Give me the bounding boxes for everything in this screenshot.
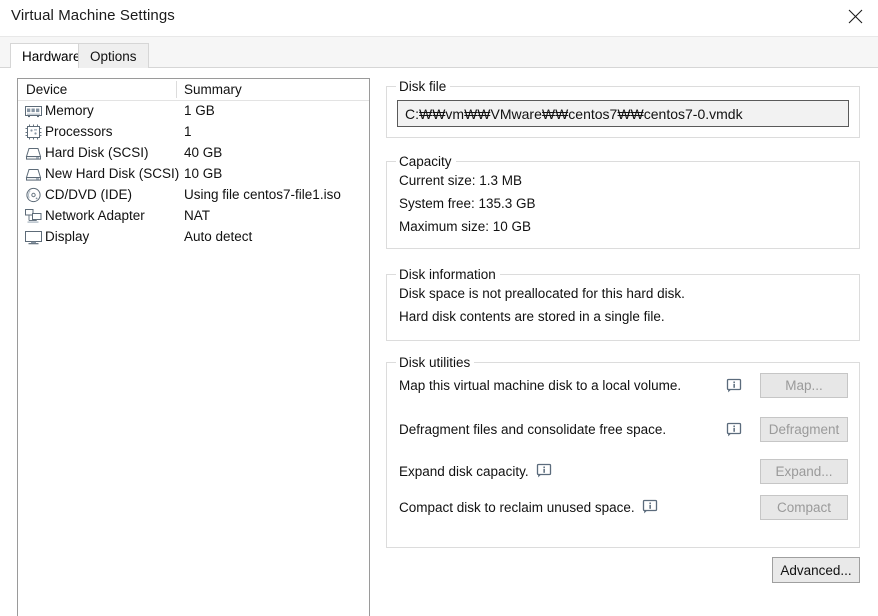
map-description: Map this virtual machine disk to a local… (399, 378, 682, 393)
expand-description: Expand disk capacity. (399, 463, 529, 479)
cd-dvd-icon (25, 187, 42, 203)
capacity-group: Capacity Current size: 1.3 MB System fre… (386, 154, 860, 249)
device-name: Processors (45, 124, 113, 139)
display-icon (25, 229, 42, 245)
disk-utilities-legend: Disk utilities (396, 355, 475, 370)
disk-utilities-group: Disk utilities Map this virtual machine … (386, 355, 860, 548)
hard-disk-icon (25, 166, 42, 182)
device-summary: Using file centos7-file1.iso (184, 187, 341, 202)
disk-file-group: Disk file C:₩₩vm₩₩VMware₩₩centos7₩₩cento… (386, 79, 860, 138)
device-name: Display (45, 229, 90, 244)
disk-info-line-2: Hard disk contents are stored in a singl… (399, 309, 665, 324)
device-summary: Auto detect (184, 229, 253, 244)
network-adapter-icon (25, 208, 42, 224)
table-row[interactable]: Display Auto detect (18, 227, 369, 248)
disk-file-path-input[interactable]: C:₩₩vm₩₩VMware₩₩centos7₩₩centos7-0.vmdk (397, 100, 849, 127)
column-header-device[interactable]: Device (26, 82, 67, 97)
current-size-label: Current size: 1.3 MB (399, 173, 523, 188)
capacity-legend: Capacity (396, 154, 456, 169)
hard-disk-icon (25, 145, 42, 161)
device-name: Memory (45, 103, 94, 118)
defragment-description: Defragment files and consolidate free sp… (399, 422, 667, 437)
dialog-body: Device Summary Memory 1 GB Processors 1 … (0, 68, 878, 616)
device-name: Hard Disk (SCSI) (45, 145, 149, 160)
info-icon[interactable] (726, 378, 743, 394)
title-bar: Virtual Machine Settings (0, 0, 878, 36)
column-header-summary[interactable]: Summary (184, 82, 242, 97)
compact-description-wrap: Compact disk to reclaim unused space. (399, 499, 659, 515)
device-list-header: Device Summary (18, 79, 369, 101)
table-row[interactable]: CD/DVD (IDE) Using file centos7-file1.is… (18, 185, 369, 206)
tab-options-label: Options (90, 48, 137, 64)
defragment-button[interactable]: Defragment (760, 417, 848, 442)
info-icon[interactable] (726, 422, 743, 438)
info-icon[interactable] (642, 499, 659, 515)
close-button[interactable] (832, 0, 878, 32)
tab-strip: Hardware Options (0, 37, 878, 69)
tab-hardware-label: Hardware (22, 49, 81, 64)
disk-file-legend: Disk file (396, 79, 451, 94)
expand-description-wrap: Expand disk capacity. (399, 463, 553, 479)
device-list[interactable]: Device Summary Memory 1 GB Processors 1 … (17, 78, 370, 616)
active-tab-mask (11, 67, 78, 69)
memory-icon (25, 103, 42, 119)
column-divider (176, 81, 177, 98)
disk-info-line-1: Disk space is not preallocated for this … (399, 286, 685, 301)
device-name: Network Adapter (45, 208, 145, 223)
close-icon (848, 9, 863, 24)
window-title: Virtual Machine Settings (11, 7, 175, 24)
advanced-button[interactable]: Advanced... (772, 557, 860, 583)
processor-icon (25, 124, 42, 140)
disk-information-legend: Disk information (396, 267, 500, 282)
expand-button[interactable]: Expand... (760, 459, 848, 484)
disk-information-group: Disk information Disk space is not preal… (386, 267, 860, 341)
device-summary: 10 GB (184, 166, 223, 181)
info-icon[interactable] (536, 463, 553, 479)
device-name: New Hard Disk (SCSI) (45, 166, 180, 181)
device-summary: 1 (184, 124, 192, 139)
compact-button[interactable]: Compact (760, 495, 848, 520)
device-name: CD/DVD (IDE) (45, 187, 132, 202)
maximum-size-label: Maximum size: 10 GB (399, 219, 532, 234)
table-row[interactable]: Hard Disk (SCSI) 40 GB (18, 143, 369, 164)
table-row[interactable]: Memory 1 GB (18, 101, 369, 122)
device-summary: 40 GB (184, 145, 223, 160)
table-row[interactable]: Processors 1 (18, 122, 369, 143)
tab-options[interactable]: Options (78, 43, 149, 68)
device-summary: 1 GB (184, 103, 215, 118)
table-row[interactable]: Network Adapter NAT (18, 206, 369, 227)
compact-description: Compact disk to reclaim unused space. (399, 499, 635, 515)
system-free-label: System free: 135.3 GB (399, 196, 536, 211)
device-summary: NAT (184, 208, 210, 223)
map-button[interactable]: Map... (760, 373, 848, 398)
table-row[interactable]: New Hard Disk (SCSI) 10 GB (18, 164, 369, 185)
